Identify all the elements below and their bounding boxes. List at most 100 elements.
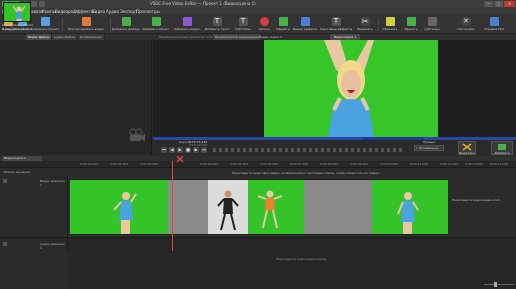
playhead-marker-icon[interactable] <box>176 155 184 163</box>
zoom-thumb[interactable] <box>494 282 497 287</box>
menu-item-audio[interactable]: Аудио <box>106 9 119 14</box>
overlay-drop-hint: Перетащите сюда свои видео, изображения … <box>232 171 380 175</box>
quick-save-icon[interactable] <box>31 1 37 7</box>
subtitles2-icon <box>427 17 437 26</box>
add-to-timeline-button[interactable]: Добавить <box>491 141 513 155</box>
subtitles2-label: Субтитры <box>424 27 440 31</box>
help-icon <box>489 17 499 26</box>
settings-label: Настройки <box>457 27 475 31</box>
add-object-label: Добавить объект <box>142 27 170 31</box>
save-project-icon <box>40 17 50 26</box>
subtitles-button[interactable]: T Субтитры <box>232 16 254 33</box>
stop-button[interactable]: ■ <box>185 147 191 153</box>
ribbon-toolbar: Открыть Сохранить Сохранить проект Экспо… <box>0 15 516 34</box>
menu-item-video[interactable]: Видео <box>92 9 105 14</box>
minimize-button[interactable]: — <box>484 1 493 7</box>
ruler-tick: 0:00:02.000 <box>110 162 129 166</box>
cut-split-button[interactable]: Вырезать <box>458 141 476 155</box>
add-video-button[interactable]: Добавить видео <box>172 16 202 33</box>
video-clip[interactable] <box>208 179 248 235</box>
close-button[interactable]: ✕ <box>504 1 515 7</box>
timeline-playhead-line[interactable] <box>172 161 173 251</box>
export-video-button[interactable]: Экспортировать видео <box>64 16 108 33</box>
playback-bar: Курсор 0:00:15.230 0:00:10.000 ⏮ ◀ ▶ ■ ▶… <box>153 140 516 156</box>
settings-button[interactable]: ✕ Настройки <box>456 16 476 33</box>
audio-track-drop-hint: Перетащите сюда аудио-клипы <box>276 257 327 261</box>
add-to-timeline-label: Добавить <box>494 151 510 155</box>
cut-split-label: Вырезать <box>459 151 475 155</box>
menu-item-timeline[interactable]: Видеоряд <box>55 9 76 14</box>
crop-button[interactable]: Обрезать <box>380 16 400 33</box>
ruler-tick: 0:00:10.000 <box>380 162 399 166</box>
video-track-drop-hint: Перетащите сюда видео-клип <box>452 198 500 202</box>
add-text-label: Добавить текст <box>204 27 230 31</box>
video-track-header: Видео дорожка 1 <box>0 176 68 237</box>
track-visibility-icon[interactable] <box>3 179 7 183</box>
video-effects-button[interactable]: Видео эффекты <box>293 16 317 33</box>
add-object-icon <box>151 17 161 26</box>
subtitles2-button[interactable]: Субтитры <box>422 16 442 33</box>
menu-item-clips[interactable]: Клипы <box>42 9 56 14</box>
add-video-icon <box>182 17 192 26</box>
add-files-label: Добавить файл(ы) <box>112 27 140 31</box>
dancer-clip-icon <box>217 190 239 231</box>
video-clip[interactable] <box>168 179 208 235</box>
record-label: Запись <box>258 27 270 31</box>
toolbar-separator <box>62 18 63 31</box>
video-clip[interactable] <box>70 179 168 235</box>
add-files-button[interactable]: Добавить файл(ы) <box>112 16 140 33</box>
play-button[interactable]: ▶ <box>177 147 183 153</box>
maximize-button[interactable]: □ <box>494 1 503 7</box>
cut-toolbar-button[interactable]: ✂ Вырезать <box>355 16 375 33</box>
media-item-thumbnail[interactable] <box>3 2 31 22</box>
text-effects-button[interactable]: T Текстовые эффекты <box>318 16 354 33</box>
camera-icon <box>129 128 145 141</box>
delete-icon <box>406 17 416 26</box>
ruler-tick: 0:00:11.000 <box>410 162 429 166</box>
rewind-button[interactable]: ◀ <box>169 147 175 153</box>
ruler-tick: 0:00:04.000 <box>200 162 219 166</box>
help-faq-button[interactable]: Справка FAQ <box>480 16 508 33</box>
audio-track-header: Аудио дорожка 1 <box>0 237 68 251</box>
add-text-button[interactable]: T Добавить текст <box>203 16 231 33</box>
goto-button[interactable]: Перейти <box>274 16 292 33</box>
export-icon <box>81 17 91 26</box>
cut-toolbar-label: Вырезать <box>357 27 373 31</box>
window-title: VSDC Free Video Editor — Проект 1 (Видео… <box>150 1 256 6</box>
menu-item-views[interactable]: Просмотры <box>136 9 160 14</box>
preview-quality-select[interactable]: 1 Оптимально <box>414 145 444 151</box>
video-clip[interactable] <box>304 179 372 235</box>
next-frame-button[interactable]: ⏭ <box>201 147 207 153</box>
menu-item-export[interactable]: Экспорт <box>120 9 137 14</box>
ruler-tick: 0:00:08.000 <box>320 162 339 166</box>
audio-track-mute-icon[interactable] <box>3 242 7 246</box>
menu-bar: Файл Главная Клипы Видеоряд Эффекты Виде… <box>0 8 516 15</box>
delete-label: Удалить <box>404 27 418 31</box>
video-clip[interactable] <box>372 179 448 235</box>
video-clip[interactable] <box>248 179 304 235</box>
ruler-tick: 0:00:14.000 <box>490 162 509 166</box>
menu-item-effects[interactable]: Эффекты <box>74 9 94 14</box>
goto-icon <box>278 17 288 26</box>
quick-undo-icon[interactable] <box>39 1 45 7</box>
timeline-ruler[interactable]: 0:00:01.000 0:00:02.000 0:00:03.000 0:00… <box>0 161 516 168</box>
timeline-zoom-slider[interactable] <box>484 282 514 287</box>
prev-frame-button[interactable]: ⏮ <box>161 147 167 153</box>
frame-strip[interactable] <box>213 148 403 152</box>
save-project-button[interactable]: Сохранить проект <box>30 16 60 33</box>
preview-quality-label: Превью: <box>423 140 437 144</box>
forward-button[interactable]: ▶ <box>193 147 199 153</box>
audio-track[interactable] <box>68 237 516 289</box>
add-object-button[interactable]: Добавить объект <box>141 16 171 33</box>
record-button[interactable]: Запись <box>255 16 273 33</box>
dancer-clip-icon <box>113 192 137 234</box>
zoom-track <box>484 284 514 285</box>
video-effects-icon <box>300 17 310 26</box>
add-files-icon <box>121 17 131 26</box>
goto-label: Перейти <box>276 27 290 31</box>
subtitle-icon: T <box>238 17 248 26</box>
text-effects-icon: T <box>331 17 341 26</box>
crop-label: Обрезать <box>382 27 398 31</box>
delete-button[interactable]: Удалить <box>401 16 421 33</box>
cut-x-icon <box>462 143 472 151</box>
